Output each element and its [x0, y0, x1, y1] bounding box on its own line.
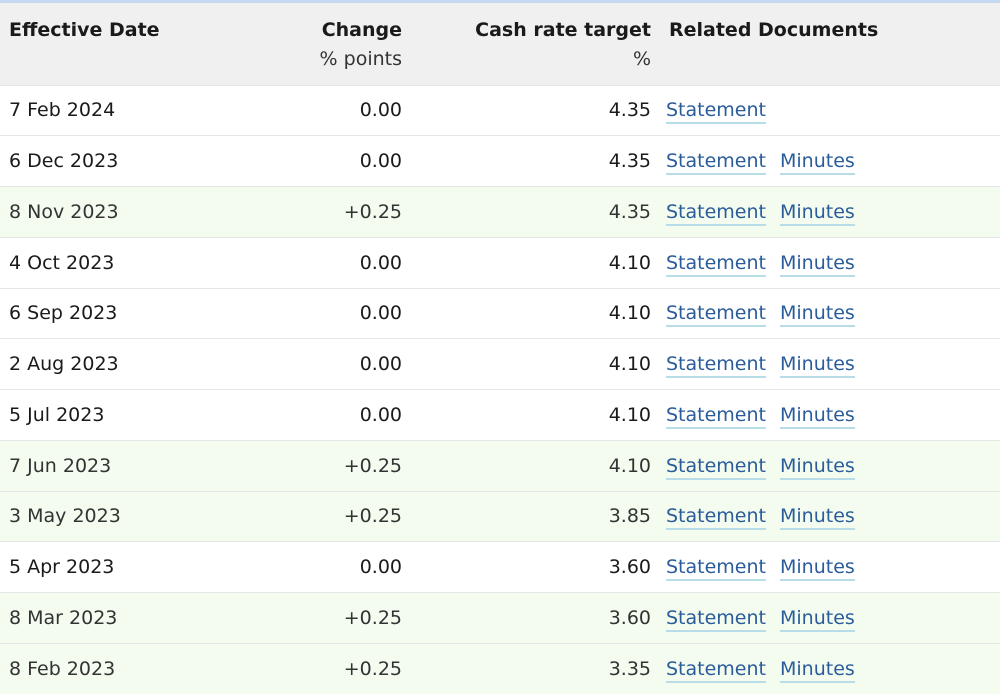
- related-documents-cell: Statement Minutes: [660, 339, 1000, 390]
- cash-rate-cell: 4.35: [608, 99, 651, 122]
- effective-date-cell: 2 Aug 2023: [9, 353, 119, 376]
- effective-date-cell: 8 Feb 2023: [9, 657, 116, 680]
- cash-rate-cell: 4.10: [608, 251, 651, 274]
- minutes-link[interactable]: Minutes: [779, 353, 855, 379]
- change-cell: +0.25: [343, 657, 402, 680]
- table-row: 6 Sep 2023 0.00 4.10 Statement Minutes: [0, 288, 1000, 339]
- table-row: 5 Apr 2023 0.00 3.60 Statement Minutes: [0, 541, 1000, 593]
- table-row: 3 May 2023 +0.25 3.85 Statement Minutes: [0, 491, 1000, 542]
- effective-date-cell: 3 May 2023: [9, 505, 121, 528]
- change-cell: +0.25: [343, 505, 402, 528]
- change-cell: 0.00: [359, 150, 402, 173]
- minutes-link[interactable]: Minutes: [779, 251, 855, 277]
- effective-date-cell: 4 Oct 2023: [9, 251, 115, 274]
- related-documents-cell: Statement Minutes: [660, 288, 1000, 339]
- statement-link[interactable]: Statement: [666, 150, 766, 176]
- change-cell: 0.00: [359, 556, 402, 579]
- statement-link[interactable]: Statement: [666, 505, 766, 531]
- change-cell: +0.25: [343, 606, 402, 629]
- statement-link[interactable]: Statement: [666, 657, 766, 683]
- header-cash-rate-label: Cash rate target: [475, 19, 651, 41]
- minutes-link[interactable]: Minutes: [779, 200, 855, 226]
- effective-date-cell: 7 Feb 2024: [9, 99, 116, 122]
- header-change-unit: % points: [319, 48, 402, 70]
- table-row: 7 Jun 2023 +0.25 4.10 Statement Minutes: [0, 440, 1000, 491]
- table-row: 7 Feb 2024 0.00 4.35 Statement: [0, 85, 1000, 136]
- table-row: 8 Nov 2023 +0.25 4.35 Statement Minutes: [0, 186, 1000, 238]
- change-cell: 0.00: [359, 99, 402, 122]
- related-documents-cell: Statement: [660, 85, 1000, 136]
- statement-link[interactable]: Statement: [666, 200, 766, 226]
- change-cell: 0.00: [359, 302, 402, 325]
- table-row: 4 Oct 2023 0.00 4.10 Statement Minutes: [0, 237, 1000, 288]
- statement-link[interactable]: Statement: [666, 403, 766, 429]
- header-effective-date: Effective Date: [0, 3, 228, 85]
- header-effective-date-label: Effective Date: [9, 19, 160, 41]
- change-cell: 0.00: [359, 353, 402, 376]
- change-cell: +0.25: [343, 200, 402, 223]
- minutes-link[interactable]: Minutes: [779, 556, 855, 582]
- effective-date-cell: 7 Jun 2023: [9, 454, 112, 477]
- related-documents-cell: Statement Minutes: [660, 491, 1000, 542]
- header-change: Change % points: [228, 3, 411, 85]
- minutes-link[interactable]: Minutes: [779, 454, 855, 480]
- cash-rate-cell: 3.35: [608, 657, 651, 680]
- effective-date-cell: 8 Mar 2023: [9, 606, 118, 629]
- change-cell: 0.00: [359, 251, 402, 274]
- cash-rate-cell: 4.10: [608, 353, 651, 376]
- table-body: 7 Feb 2024 0.00 4.35 Statement 6 Dec 2023 0.0…: [0, 85, 1000, 694]
- related-documents-cell: Statement Minutes: [660, 440, 1000, 491]
- header-change-label: Change: [321, 19, 402, 41]
- change-cell: +0.25: [343, 454, 402, 477]
- related-documents-cell: Statement Minutes: [660, 542, 1000, 593]
- related-documents-cell: Statement Minutes: [660, 237, 1000, 288]
- table-row: 5 Jul 2023 0.00 4.10 Statement Minutes: [0, 389, 1000, 441]
- related-documents-cell: Statement Minutes: [660, 643, 1000, 694]
- header-related-documents: Related Documents: [660, 3, 1000, 85]
- statement-link[interactable]: Statement: [666, 353, 766, 379]
- cash-rate-cell: 4.10: [608, 454, 651, 477]
- cash-rate-cell: 4.10: [608, 403, 651, 426]
- change-cell: 0.00: [359, 403, 402, 426]
- effective-date-cell: 6 Sep 2023: [9, 302, 118, 325]
- statement-link[interactable]: Statement: [666, 251, 766, 277]
- cash-rate-table: Effective Date Change % points Cash rate…: [0, 3, 1000, 694]
- table-row: 2 Aug 2023 0.00 4.10 Statement Minutes: [0, 338, 1000, 390]
- effective-date-cell: 8 Nov 2023: [9, 200, 119, 223]
- header-cash-rate-unit: %: [632, 48, 651, 70]
- cash-rate-cell: 3.85: [608, 505, 651, 528]
- header-related-documents-label: Related Documents: [669, 19, 879, 41]
- statement-link[interactable]: Statement: [666, 454, 766, 480]
- statement-link[interactable]: Statement: [666, 302, 766, 328]
- statement-link[interactable]: Statement: [666, 606, 766, 632]
- minutes-link[interactable]: Minutes: [779, 505, 855, 531]
- statement-link[interactable]: Statement: [666, 556, 766, 582]
- header-cash-rate-target: Cash rate target %: [411, 3, 660, 85]
- cash-rate-cell: 4.35: [608, 150, 651, 173]
- related-documents-cell: Statement Minutes: [660, 187, 1000, 238]
- effective-date-cell: 5 Apr 2023: [9, 556, 115, 579]
- table-row: 8 Feb 2023 +0.25 3.35 Statement Minutes: [0, 643, 1000, 694]
- table-header: Effective Date Change % points Cash rate…: [0, 3, 1000, 85]
- header-row: Effective Date Change % points Cash rate…: [0, 3, 1000, 85]
- table-row: 6 Dec 2023 0.00 4.35 Statement Minutes: [0, 135, 1000, 187]
- cash-rate-cell: 4.10: [608, 302, 651, 325]
- minutes-link[interactable]: Minutes: [779, 403, 855, 429]
- cash-rate-cell: 4.35: [608, 200, 651, 223]
- cash-rate-cell: 3.60: [608, 606, 651, 629]
- minutes-link[interactable]: Minutes: [779, 657, 855, 683]
- effective-date-cell: 5 Jul 2023: [9, 403, 105, 426]
- cash-rate-cell: 3.60: [608, 556, 651, 579]
- table-row: 8 Mar 2023 +0.25 3.60 Statement Minutes: [0, 592, 1000, 644]
- related-documents-cell: Statement Minutes: [660, 136, 1000, 187]
- minutes-link[interactable]: Minutes: [779, 150, 855, 176]
- effective-date-cell: 6 Dec 2023: [9, 150, 119, 173]
- related-documents-cell: Statement Minutes: [660, 390, 1000, 441]
- minutes-link[interactable]: Minutes: [779, 302, 855, 328]
- statement-link[interactable]: Statement: [666, 99, 766, 125]
- minutes-link[interactable]: Minutes: [779, 606, 855, 632]
- related-documents-cell: Statement Minutes: [660, 593, 1000, 644]
